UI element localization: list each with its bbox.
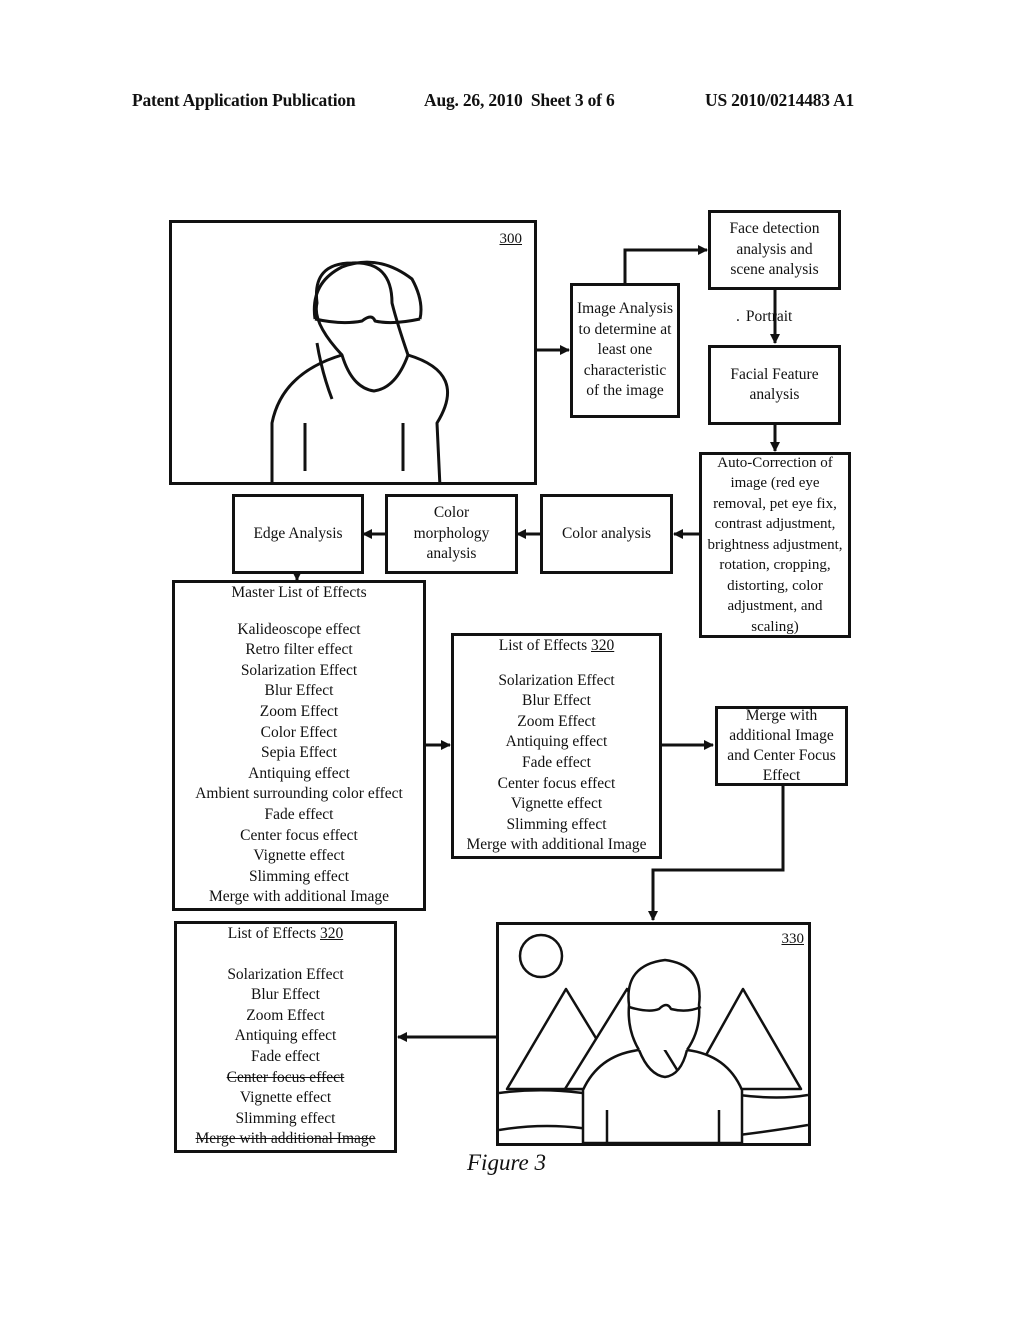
updated-effects-items: Solarization Effect Blur Effect Zoom Effec…: [195, 965, 375, 1150]
result-image-frame: 330: [496, 922, 811, 1146]
effects-list-title-text: List of Effects: [498, 637, 588, 654]
list-item: Antiquing effect: [505, 733, 608, 751]
person-portrait-icon: [270, 260, 450, 482]
portrait-label: . Portrait: [736, 308, 793, 325]
ref-320: 320: [591, 637, 615, 654]
list-item: Color Effect: [260, 723, 338, 741]
list-item: Sepia Effect: [261, 744, 337, 762]
list-item: Antiquing effect: [248, 764, 350, 782]
list-item: Fade effect: [522, 754, 591, 772]
arrow-analysis-to-face: [623, 245, 708, 283]
list-item: Kalideoscope effect: [237, 620, 361, 638]
effects-list-320: List of Effects 320 Solarization Effect …: [451, 633, 662, 859]
list-item: Ambient surrounding color effect: [195, 785, 403, 803]
arrow-merge-to-result: [648, 785, 785, 921]
list-item: Center focus effect: [497, 774, 616, 792]
color-analysis-box: Color analysis: [540, 494, 673, 574]
list-item: Solarization Effect: [240, 661, 358, 679]
list-item: Vignette effect: [239, 1089, 332, 1107]
original-image-frame: 300: [169, 220, 537, 485]
list-item: Antiquing effect: [234, 1027, 337, 1045]
color-morphology-box: Color morphology analysis: [385, 494, 518, 574]
list-item: Zoom Effect: [246, 1006, 325, 1024]
list-item: Zoom Effect: [517, 712, 596, 730]
face-detection-box: Face detection analysis and scene analys…: [708, 210, 841, 290]
list-item: Blur Effect: [521, 692, 591, 710]
ref-320: 320: [320, 925, 344, 942]
effects-list-title: List of Effects 320: [499, 636, 615, 657]
list-item: Fade effect: [264, 806, 334, 824]
list-item-removed: Center focus effect: [226, 1068, 345, 1086]
facial-feature-box: Facial Feature analysis: [708, 345, 841, 425]
figure-caption: Figure 3: [467, 1150, 546, 1175]
image-analysis-box: Image Analysis to determine at least one…: [570, 283, 680, 418]
person-mountain-scene-icon: [499, 933, 808, 1143]
effects-list-title-text: List of Effects: [227, 925, 317, 942]
list-item: Solarization Effect: [227, 965, 344, 983]
effects-list-320-updated: List of Effects 320 Solarization Effect B…: [174, 921, 397, 1153]
list-item-removed: Merge with additional Image: [195, 1130, 376, 1148]
list-item: Slimming effect: [506, 815, 607, 833]
list-item: Slimming effect: [235, 1109, 336, 1127]
list-item: Retro filter effect: [245, 641, 353, 659]
master-list-title: Master List of Effects: [231, 584, 367, 601]
list-item: Solarization Effect: [498, 671, 615, 689]
list-item: Merge with additional Image: [208, 888, 390, 906]
auto-correction-box: Auto-Correction of image (red eye remova…: [699, 452, 851, 638]
list-item: Center focus effect: [240, 826, 358, 844]
list-item: Merge with additional Image: [466, 836, 647, 854]
list-item: Vignette effect: [510, 795, 603, 813]
list-item: Zoom Effect: [259, 703, 339, 721]
list-item: Blur Effect: [250, 986, 320, 1004]
master-effects-list: Master List of Effects Kalideoscope effe…: [172, 580, 426, 911]
portrait-label-text: Portrait: [745, 308, 793, 325]
list-item: Blur Effect: [264, 682, 334, 700]
edge-analysis-box: Edge Analysis: [232, 494, 364, 574]
list-item: Slimming effect: [248, 867, 350, 885]
effects-list-title: List of Effects 320: [228, 924, 344, 945]
list-item: Fade effect: [250, 1047, 320, 1065]
list-item: Vignette effect: [253, 847, 345, 865]
merge-box: Merge with additional Image and Center F…: [715, 706, 848, 786]
